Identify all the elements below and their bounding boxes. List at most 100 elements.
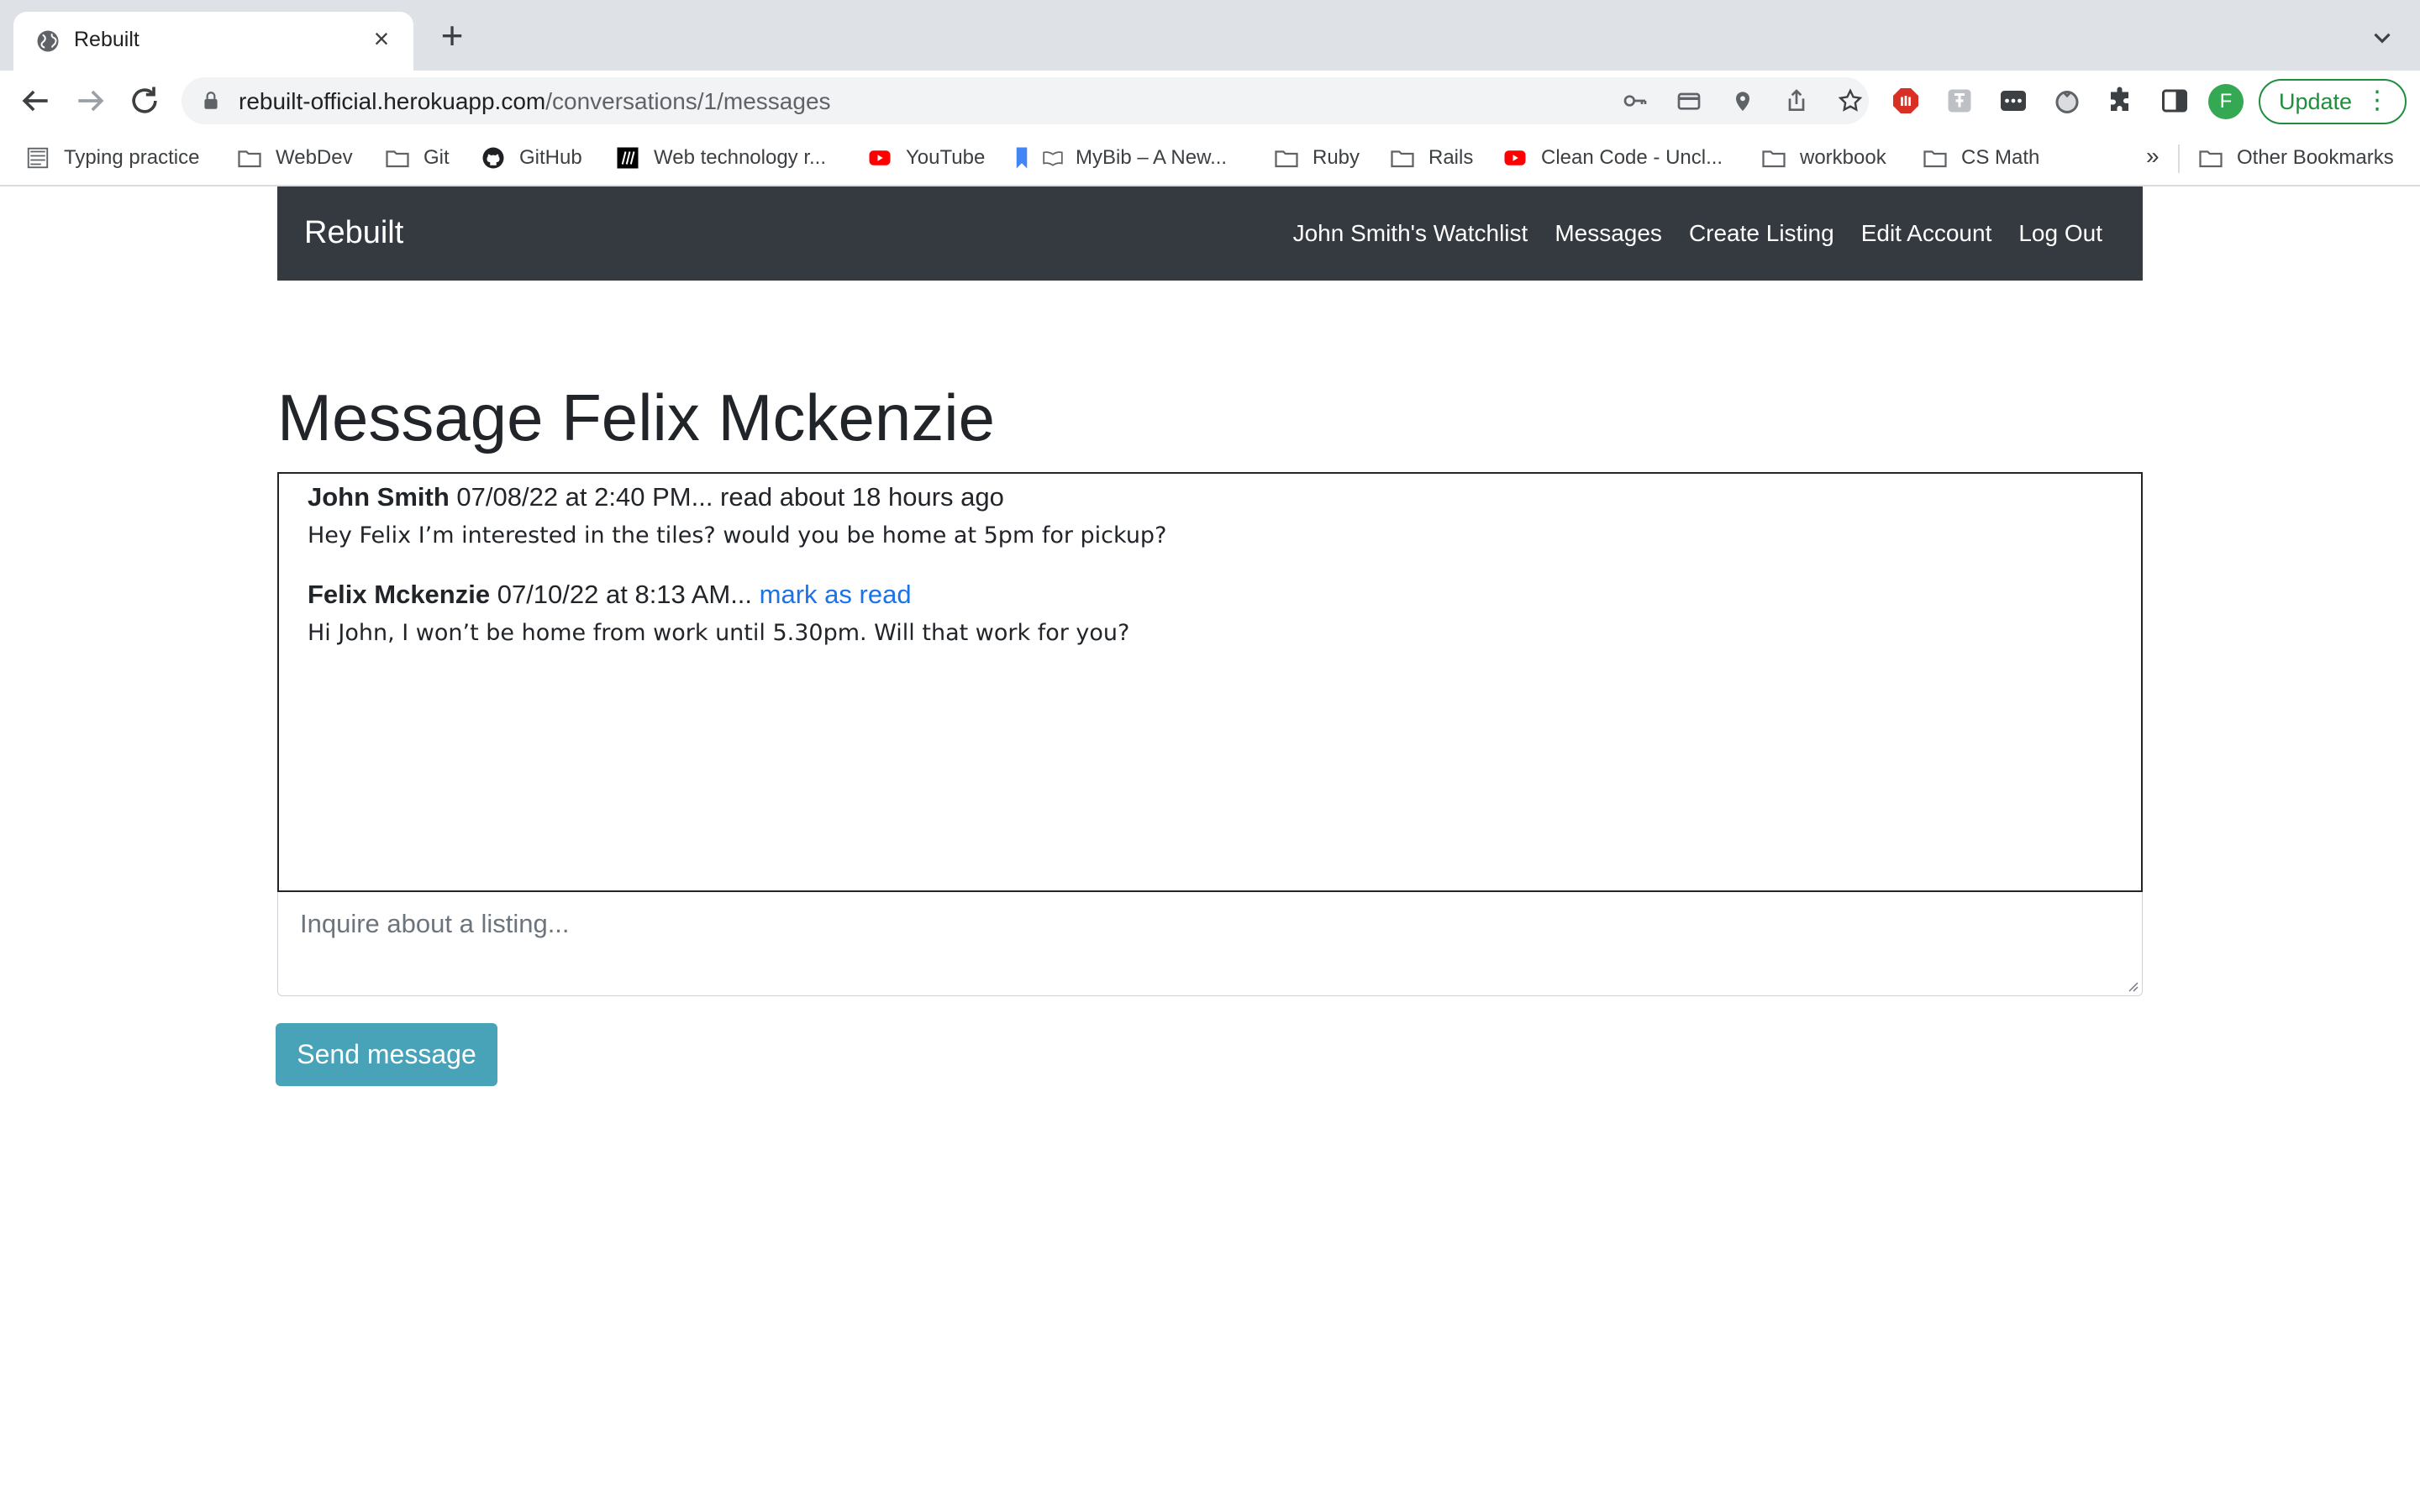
location-pin-icon[interactable] <box>1729 87 1756 114</box>
bookmark-label: Ruby <box>1313 146 1360 169</box>
nav-watchlist-link[interactable]: John Smith's Watchlist <box>1293 220 1528 247</box>
message-header: John Smith 07/08/22 at 2:40 PM... read a… <box>308 482 1166 512</box>
page-title: Message Felix Mckenzie <box>277 381 995 454</box>
translate-extension-icon[interactable] <box>1944 86 1975 116</box>
bookmark-ribbon-icon <box>1016 147 1028 169</box>
bookmark-label: MyBib – A New... <box>1076 146 1228 169</box>
new-tab-icon[interactable]: + <box>434 16 471 55</box>
back-icon[interactable] <box>17 82 54 119</box>
nav-messages-link[interactable]: Messages <box>1555 220 1662 247</box>
url-path: /conversations/1/messages <box>545 88 831 114</box>
bookmark-clean-code[interactable]: Clean Code - Uncl... <box>1501 143 1723 173</box>
message-author: Felix Mckenzie <box>308 580 491 609</box>
bookmark-cs-math[interactable]: CS Math <box>1921 143 2039 173</box>
tab-title: Rebuilt <box>74 28 139 51</box>
share-icon[interactable] <box>1783 87 1810 114</box>
adblock-extension-icon[interactable] <box>1891 86 1921 116</box>
nav-create-listing-link[interactable]: Create Listing <box>1689 220 1834 247</box>
bookmark-label: YouTube <box>906 146 986 169</box>
bookmark-webdev[interactable]: WebDev <box>235 143 353 173</box>
bookmark-git[interactable]: Git <box>383 143 450 173</box>
message-meta: 07/10/22 at 8:13 AM... <box>490 580 760 609</box>
bookmark-label: CS Math <box>1961 146 2040 169</box>
star-icon[interactable] <box>1837 87 1864 114</box>
bookmark-label: Git <box>424 146 450 169</box>
bookmark-ruby[interactable]: Ruby <box>1272 143 1360 173</box>
send-message-button[interactable]: Send message <box>276 1023 497 1086</box>
menu-dots-icon[interactable]: ⋮ <box>2365 81 2390 121</box>
profile-avatar[interactable]: F <box>2208 84 2244 119</box>
bookmark-web-technology[interactable]: Web technology r... <box>613 143 826 173</box>
tab-strip: Rebuilt × + <box>0 0 2420 71</box>
tab-close-icon[interactable]: × <box>366 24 397 54</box>
nav-log-out-link[interactable]: Log Out <box>2018 220 2102 247</box>
youtube-icon <box>869 150 891 165</box>
key-icon[interactable] <box>1622 87 1649 114</box>
nav-links: John Smith's Watchlist Messages Create L… <box>1293 220 2102 247</box>
forward-icon[interactable] <box>72 82 109 119</box>
folder-icon <box>386 150 409 168</box>
bookmark-label: Clean Code - Uncl... <box>1541 146 1723 169</box>
message-input[interactable] <box>278 892 2142 995</box>
bookmark-label: Other Bookmarks <box>2237 146 2394 169</box>
message-author: John Smith <box>308 482 450 512</box>
bookmark-workbook[interactable]: workbook <box>1760 143 1886 173</box>
bookmark-label: Web technology r... <box>654 146 827 169</box>
bookmark-label: WebDev <box>276 146 353 169</box>
url-text[interactable]: rebuilt-official.herokuapp.com/conversat… <box>239 88 831 115</box>
browser-toolbar: rebuilt-official.herokuapp.com/conversat… <box>0 71 2420 131</box>
bookmark-label: Rails <box>1428 146 1474 169</box>
bookmarks-overflow-chevron[interactable]: » <box>2146 143 2160 170</box>
card-icon[interactable] <box>1676 87 1702 114</box>
app-navbar: Rebuilt John Smith's Watchlist Messages … <box>277 186 2143 281</box>
bookmark-github[interactable]: GitHub <box>479 143 582 173</box>
bookmark-youtube[interactable]: YouTube <box>865 143 985 173</box>
folder-icon <box>2199 150 2223 168</box>
resize-grip-icon[interactable] <box>2125 979 2139 992</box>
folder-icon <box>1762 150 1786 168</box>
mdn-icon <box>617 147 639 169</box>
bookmark-other-bookmarks[interactable]: Other Bookmarks <box>2196 143 2394 173</box>
globe-icon <box>37 30 59 52</box>
message-body: Hey Felix I’m interested in the tiles? w… <box>308 522 1167 549</box>
message-meta: 07/08/22 at 2:40 PM... read about 18 hou… <box>449 482 1004 512</box>
bookmark-label: GitHub <box>519 146 582 169</box>
youtube-icon <box>1504 150 1526 165</box>
bookmark-mybib[interactable]: MyBib – A New... <box>1013 143 1227 173</box>
message-item: Felix Mckenzie 07/10/22 at 8:13 AM... ma… <box>308 580 1129 646</box>
lock-icon[interactable] <box>200 89 222 113</box>
message-header: Felix Mckenzie 07/10/22 at 8:13 AM... ma… <box>308 580 1129 610</box>
bookmark-typing-practice[interactable]: Typing practice <box>24 143 199 173</box>
address-bar[interactable]: rebuilt-official.herokuapp.com/conversat… <box>182 77 1869 124</box>
github-icon <box>482 147 504 169</box>
folder-icon <box>1391 150 1414 168</box>
puzzle-extensions-icon[interactable] <box>2106 86 2136 116</box>
bookmark-rails[interactable]: Rails <box>1388 143 1473 173</box>
bookmarks-divider <box>2178 144 2180 173</box>
bookmark-label: workbook <box>1800 146 1886 169</box>
open-book-icon <box>1043 151 1063 166</box>
browser-chrome: Rebuilt × + rebuilt-official.herokuapp.c… <box>0 0 2420 186</box>
tab-search-chevron-icon[interactable] <box>2368 24 2396 52</box>
update-button[interactable]: Update ⋮ <box>2259 79 2407 124</box>
nav-edit-account-link[interactable]: Edit Account <box>1861 220 1992 247</box>
update-button-label: Update <box>2279 89 2353 114</box>
tomato-timer-extension-icon[interactable] <box>2052 86 2082 116</box>
mark-as-read-link[interactable]: mark as read <box>760 580 912 609</box>
brand-link[interactable]: Rebuilt <box>304 215 403 251</box>
password-manager-extension-icon[interactable] <box>1998 86 2028 116</box>
side-panel-icon[interactable] <box>2160 86 2190 116</box>
browser-tab[interactable]: Rebuilt × <box>13 12 413 71</box>
folder-icon <box>1275 150 1298 168</box>
message-thread[interactable]: John Smith 07/08/22 at 2:40 PM... read a… <box>277 472 2143 892</box>
url-host: rebuilt-official.herokuapp.com <box>239 88 546 114</box>
reload-icon[interactable] <box>126 82 163 119</box>
message-item: John Smith 07/08/22 at 2:40 PM... read a… <box>308 482 1166 549</box>
message-body: Hi John, I won’t be home from work until… <box>308 620 1130 646</box>
bookmark-label: Typing practice <box>64 146 200 169</box>
folder-icon <box>1923 150 1947 168</box>
bookmarks-bar: Typing practice WebDev Git GitHub Web te… <box>0 131 2420 186</box>
reply-box <box>277 892 2143 996</box>
folder-icon <box>238 150 261 168</box>
typing-favicon-icon <box>27 147 49 169</box>
